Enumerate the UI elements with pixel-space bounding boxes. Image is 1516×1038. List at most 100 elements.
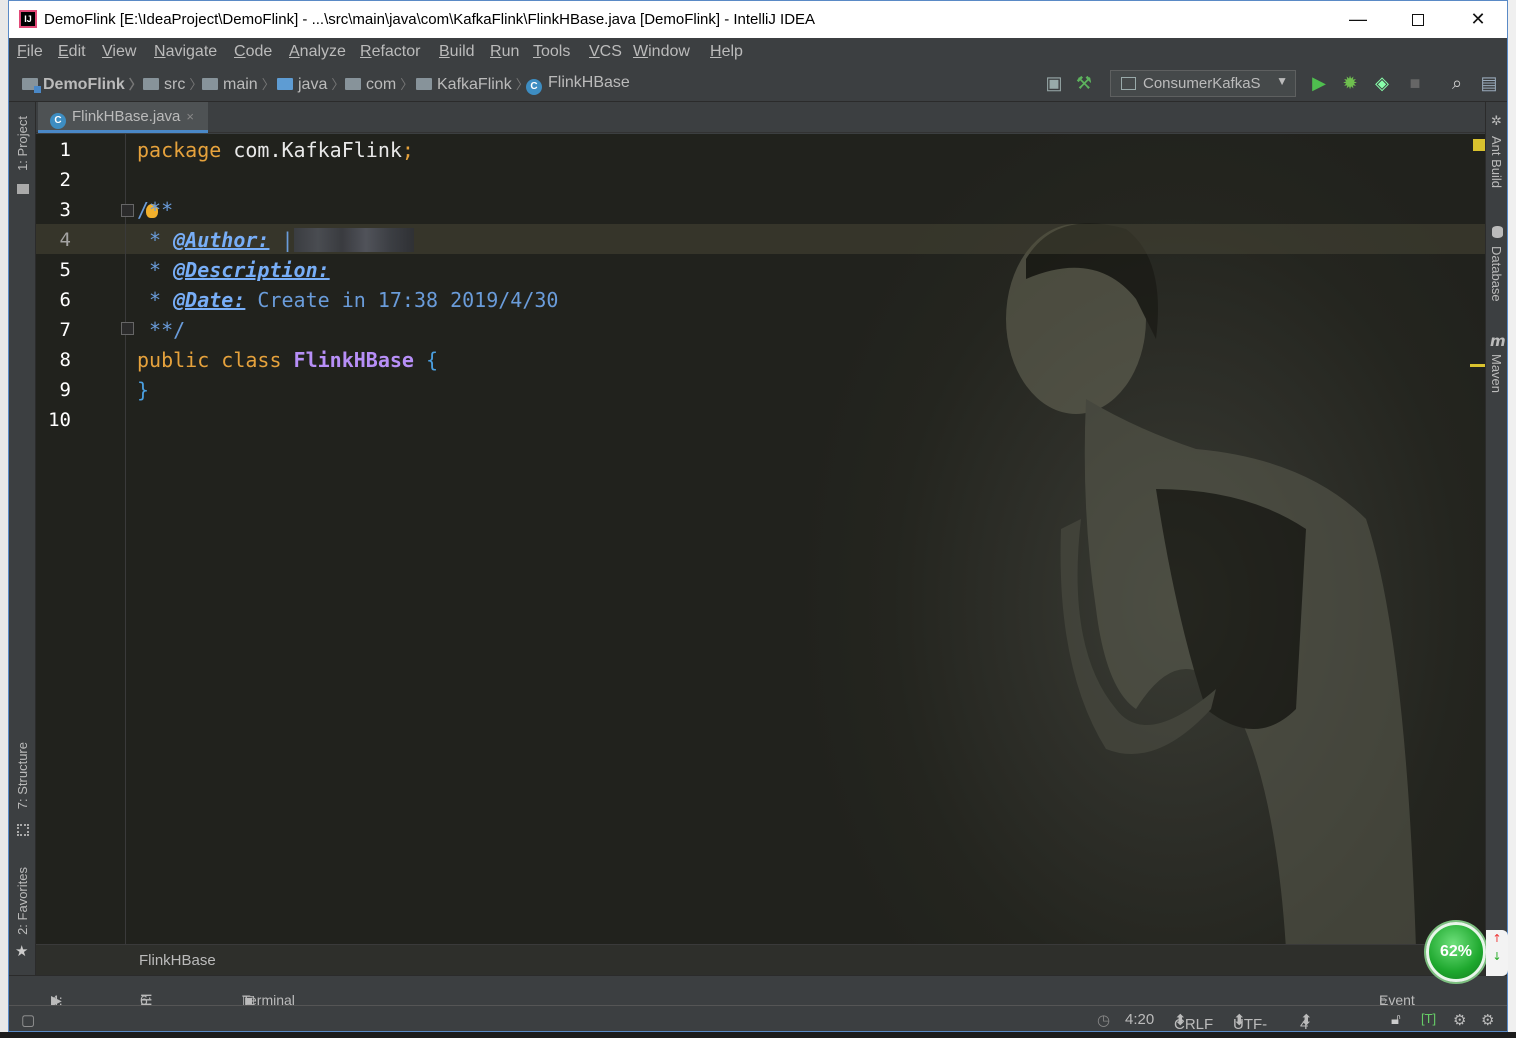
crumb-com[interactable]: com 〉 xyxy=(345,74,413,94)
download-arrow-icon: ↓ xyxy=(1492,950,1502,963)
crumb-main[interactable]: main 〉 xyxy=(202,74,275,94)
toggle-tool-windows-icon[interactable]: ▢ xyxy=(21,1011,35,1029)
run-config-select[interactable]: ConsumerKafkaS ▼ xyxy=(1110,70,1296,97)
menu-refactor[interactable]: Refactor xyxy=(360,43,420,61)
structure-icon xyxy=(17,824,29,836)
close-tab-icon[interactable]: × xyxy=(186,109,194,124)
editor-breadcrumb: FlinkHBase xyxy=(36,944,1485,975)
menu-view[interactable]: View xyxy=(102,43,136,61)
menu-run[interactable]: Run xyxy=(490,43,519,61)
maven-tool-button[interactable]: Maven xyxy=(1489,354,1504,393)
maven-icon: m xyxy=(1490,332,1506,350)
build-hammer-icon[interactable]: ⚒ xyxy=(1073,72,1095,94)
class-icon: C xyxy=(50,113,66,129)
menu-window[interactable]: Window xyxy=(633,43,690,61)
line-number-current: 4 xyxy=(59,229,71,251)
network-speed-widget: ↑ ↓ xyxy=(1486,930,1508,976)
close-window-button[interactable]: ✕ xyxy=(1449,1,1507,38)
line-number: 1 xyxy=(59,139,71,161)
comment: * xyxy=(137,228,174,252)
project-tool-label: 1: Project xyxy=(15,116,30,171)
breadcrumb-item[interactable]: FlinkHBase xyxy=(139,952,216,969)
menu-build[interactable]: Build xyxy=(439,43,475,61)
fold-toggle-icon[interactable] xyxy=(121,322,134,335)
chevron-down-icon: ▼ xyxy=(1276,74,1288,88)
code-line-4: * @Author: | xyxy=(137,228,414,252)
line-number: 7 xyxy=(59,319,71,341)
crumb-java[interactable]: java 〉 xyxy=(277,74,344,94)
database-tool-button[interactable]: Database xyxy=(1489,246,1504,302)
coverage-icon[interactable]: ◈ xyxy=(1371,72,1393,94)
menu-analyze[interactable]: Analyze xyxy=(289,43,346,61)
lock-icon[interactable]: 🔓︎ xyxy=(1391,1011,1401,1028)
crumb-project[interactable]: DemoFlink 〉 xyxy=(22,74,142,94)
line-number: 5 xyxy=(59,259,71,281)
project-structure-icon[interactable]: ▤ xyxy=(1478,72,1500,94)
desktop-right-edge xyxy=(1508,0,1516,1038)
line-number: 10 xyxy=(48,409,71,431)
intellij-icon: IJ xyxy=(19,10,37,28)
code-line-1: package com.KafkaFlink; xyxy=(137,138,414,162)
keyword: package xyxy=(137,138,222,162)
redacted-author xyxy=(293,228,414,252)
run-icon[interactable]: ▶ xyxy=(1308,72,1330,94)
memory-gauge[interactable]: 62% xyxy=(1426,922,1486,982)
error-stripe-marker[interactable] xyxy=(1470,364,1485,367)
favorites-tool-button[interactable]: 2: Favorites xyxy=(15,867,30,935)
code-line-9: } xyxy=(137,378,150,402)
menu-navigate[interactable]: Navigate xyxy=(154,43,217,61)
structure-tool-button[interactable]: 7: Structure xyxy=(15,742,30,809)
crumb-kafkaflink[interactable]: KafkaFlink 〉 xyxy=(416,74,529,94)
status-bar: ▢ ◷ 4:20 CRLF ⬍ UTF-8 ⬍ 4 spaces ⬍ 🔓︎ [T… xyxy=(9,1005,1507,1031)
stop-icon[interactable]: ■ xyxy=(1404,72,1426,94)
navigation-bar: DemoFlink 〉 src 〉 main 〉 java 〉 com 〉 KafkaFl… xyxy=(9,66,1507,102)
line-number: 2 xyxy=(59,169,71,191)
menu-help[interactable]: Help xyxy=(710,43,743,61)
project-folder-icon xyxy=(22,78,41,93)
semicolon: ; xyxy=(401,138,414,162)
line-number: 8 xyxy=(59,349,71,371)
debug-bug-icon[interactable]: ✹ xyxy=(1339,72,1361,94)
keyword: class xyxy=(209,348,294,372)
comment: | xyxy=(269,228,294,252)
fold-toggle-icon[interactable] xyxy=(121,204,134,217)
notifications-icon[interactable]: ⚙ xyxy=(1481,1011,1494,1029)
line-separator[interactable]: CRLF ⬍ xyxy=(1174,1011,1213,1031)
upload-arrow-icon: ↑ xyxy=(1492,932,1502,945)
run-config-icon xyxy=(1121,77,1136,90)
indent-setting[interactable]: 4 spaces ⬍ xyxy=(1300,1011,1313,1031)
file-encoding[interactable]: UTF-8 ⬍ xyxy=(1233,1011,1267,1031)
brace: { xyxy=(413,348,439,372)
desktop-bottom-edge xyxy=(0,1032,1516,1038)
line-number: 9 xyxy=(59,379,71,401)
code-editor[interactable]: 1 2 3 4 5 6 7 8 9 10 package com.KafkaFl… xyxy=(36,134,1485,944)
hector-icon[interactable]: ⚙ xyxy=(1453,1011,1466,1029)
caret-position[interactable]: 4:20 xyxy=(1125,1011,1154,1028)
git-icon[interactable]: [T] xyxy=(1421,1011,1436,1026)
inspection-status-icon[interactable] xyxy=(1473,139,1485,151)
project-tool-button[interactable]: 1: Project xyxy=(15,116,30,171)
crumb-flinkhbase[interactable]: C FlinkHBase xyxy=(526,74,630,95)
layout-icon[interactable]: ▣ xyxy=(1043,72,1065,94)
minimize-button[interactable]: — xyxy=(1329,1,1387,38)
left-tool-stripe: 1: Project 7: Structure 2: Favorites ★ xyxy=(9,102,36,975)
ant-build-tool-button[interactable]: Ant Build xyxy=(1489,136,1504,188)
class-name: FlinkHBase xyxy=(293,348,414,372)
search-icon[interactable]: ⌕ xyxy=(1446,72,1468,94)
crumb-src[interactable]: src 〉 xyxy=(143,74,202,94)
menu-file[interactable]: File xyxy=(17,43,43,61)
tab-flinkhbase-java[interactable]: C FlinkHBase.java × xyxy=(38,102,208,133)
doc-tag: @Author: xyxy=(173,228,270,252)
maximize-button[interactable] xyxy=(1389,1,1447,38)
doc-tag: @Date: xyxy=(173,288,246,312)
menu-tools[interactable]: Tools xyxy=(533,43,570,61)
maven-label: Maven xyxy=(1489,354,1504,394)
menu-vcs[interactable]: VCS xyxy=(589,43,622,61)
clock-icon: ◷ xyxy=(1097,1012,1111,1029)
desktop-left-edge xyxy=(0,0,8,1038)
menu-code[interactable]: Code xyxy=(234,43,272,61)
code-line-7: **/ xyxy=(137,318,186,342)
menu-edit[interactable]: Edit xyxy=(58,43,86,61)
folder-icon xyxy=(17,184,29,194)
editor-tabs: C FlinkHBase.java × xyxy=(36,102,1485,133)
